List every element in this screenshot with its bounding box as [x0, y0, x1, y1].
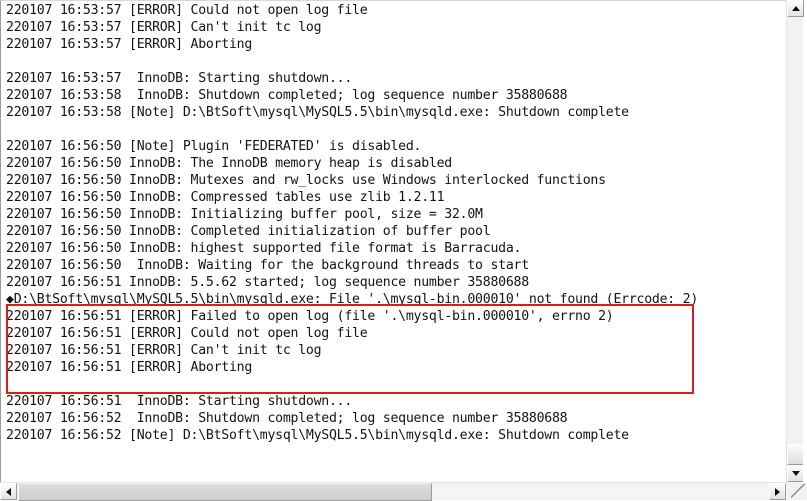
- scroll-right-button[interactable]: [769, 483, 786, 500]
- log-line: 220107 16:56:50 InnoDB: Completed initia…: [6, 224, 491, 239]
- chevron-down-icon: [791, 471, 800, 476]
- log-line: 220107 16:56:50 InnoDB: highest supporte…: [6, 241, 522, 256]
- resize-grip-icon: [791, 484, 805, 498]
- log-line: 220107 16:56:50 InnoDB: Compressed table…: [6, 190, 445, 205]
- chevron-left-icon: [6, 487, 11, 496]
- log-line: 220107 16:56:51 [ERROR] Could not open l…: [6, 326, 368, 341]
- log-line: 220107 16:56:51 [ERROR] Can't init tc lo…: [6, 343, 322, 358]
- vertical-scrollbar[interactable]: [786, 0, 804, 482]
- log-line: 220107 16:53:57 [ERROR] Can't init tc lo…: [6, 20, 322, 35]
- chevron-up-icon: [791, 6, 800, 11]
- log-line: 220107 16:56:51 [ERROR] Failed to open l…: [6, 309, 614, 324]
- horizontal-scrollbar-thumb[interactable]: [18, 483, 432, 501]
- vertical-scrollbar-track[interactable]: [787, 17, 803, 465]
- log-line: 220107 16:53:57 InnoDB: Starting shutdow…: [6, 71, 353, 86]
- log-line: 220107 16:56:52 InnoDB: Shutdown complet…: [6, 411, 568, 426]
- log-line: 220107 16:56:50 InnoDB: Waiting for the …: [6, 258, 529, 273]
- chevron-right-icon: [775, 487, 780, 496]
- log-line: 220107 16:56:52 [Note] D:\BtSoft\mysql\M…: [6, 428, 629, 443]
- vertical-scrollbar-thumb[interactable]: [787, 444, 804, 465]
- log-line: 220107 16:53:57 [ERROR] Could not open l…: [6, 3, 368, 18]
- horizontal-scrollbar[interactable]: [0, 482, 786, 501]
- scrollbar-rail-filler: [803, 18, 807, 482]
- log-viewer-window: 220107 16:53:57 [ERROR] Could not open l…: [0, 0, 807, 501]
- log-line-list: 220107 16:53:57 [ERROR] Could not open l…: [6, 2, 781, 444]
- log-line: 220107 16:56:51 InnoDB: Starting shutdow…: [6, 394, 353, 409]
- log-line: 220107 16:56:50 InnoDB: Initializing buf…: [6, 207, 483, 222]
- log-text-pane[interactable]: 220107 16:53:57 [ERROR] Could not open l…: [0, 0, 786, 482]
- log-line: 220107 16:53:58 InnoDB: Shutdown complet…: [6, 88, 568, 103]
- log-line: 220107 16:56:51 InnoDB: 5.5.62 started; …: [6, 275, 529, 290]
- log-line: 220107 16:56:50 InnoDB: The InnoDB memor…: [6, 156, 452, 171]
- log-line: 220107 16:53:57 [ERROR] Aborting: [6, 37, 253, 52]
- scroll-left-button[interactable]: [0, 483, 17, 500]
- log-line: 220107 16:56:50 InnoDB: Mutexes and rw_l…: [6, 173, 606, 188]
- log-line: 220107 16:56:50 [Note] Plugin 'FEDERATED…: [6, 139, 422, 154]
- log-line: 220107 16:53:58 [Note] D:\BtSoft\mysql\M…: [6, 105, 629, 120]
- scroll-up-button[interactable]: [787, 0, 804, 17]
- resize-corner[interactable]: [786, 482, 807, 500]
- log-line: ◆D:\BtSoft\mysql\MySQL5.5\bin\mysqld.exe…: [6, 292, 699, 307]
- scroll-down-button[interactable]: [787, 465, 804, 482]
- log-line: 220107 16:56:51 [ERROR] Aborting: [6, 360, 253, 375]
